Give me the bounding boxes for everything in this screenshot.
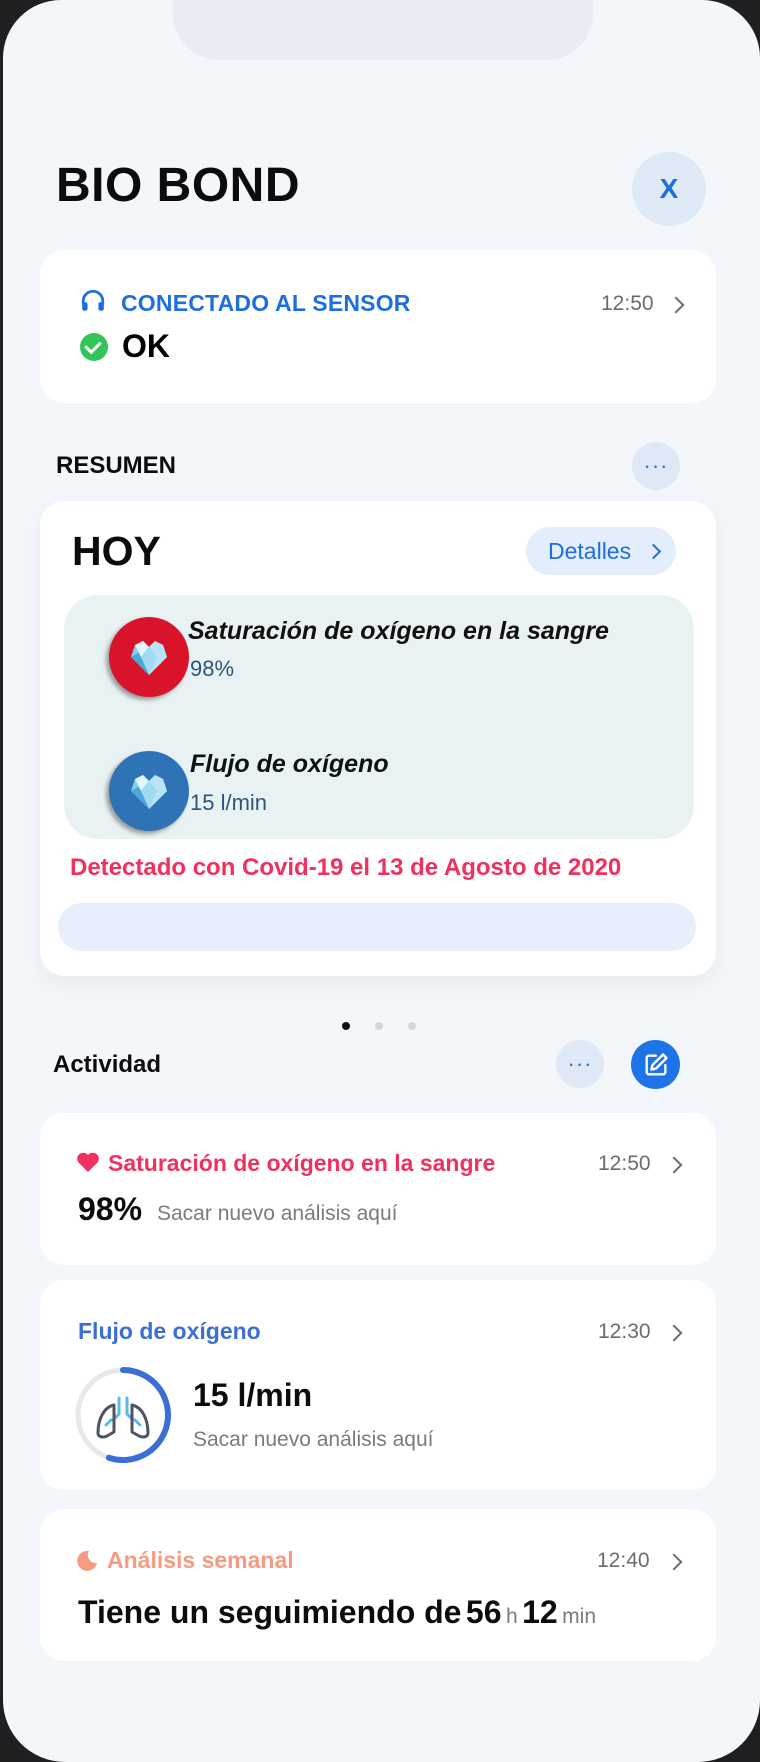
saturation-activity-card[interactable]: Saturación de oxígeno en la sangre 12:50…	[40, 1113, 716, 1265]
weekly-title: Análisis semanal	[107, 1547, 294, 1573]
lungs-icon	[96, 1396, 150, 1439]
moon-icon	[77, 1550, 97, 1571]
saturation-heart-icon	[109, 617, 189, 697]
flow-time: 12:30	[598, 1320, 651, 1343]
weekly-prefix: Tiene un seguimiendo de	[78, 1594, 462, 1630]
flow-heart-icon	[109, 751, 189, 831]
edit-button[interactable]	[631, 1040, 680, 1089]
metric-value: 98%	[190, 656, 235, 681]
edit-icon	[645, 1052, 668, 1075]
app-title: BIO BOND	[56, 159, 300, 212]
metric-value: 15 l/min	[190, 790, 268, 815]
weekly-summary: Tiene un seguimiendo de 56 h 12 min	[78, 1594, 596, 1631]
chevron-right-icon	[665, 1324, 683, 1342]
flow-progress-ring	[75, 1367, 171, 1463]
metric-title: Flujo de oxígeno	[190, 750, 389, 778]
connection-label: CONECTADO AL SENSOR	[121, 290, 411, 316]
activity-section-title: Actividad	[53, 1051, 162, 1078]
device-notch	[173, 0, 593, 60]
close-button[interactable]: X	[632, 152, 706, 226]
weekly-hours-unit: h	[505, 1605, 518, 1628]
pager-dot[interactable]	[375, 1022, 383, 1030]
pager-dot[interactable]	[408, 1022, 416, 1030]
heart-icon	[77, 1152, 99, 1172]
chevron-right-icon	[665, 1553, 683, 1571]
headphones-icon	[81, 289, 105, 311]
summary-section-title: RESUMEN	[56, 452, 177, 479]
phone-screen: BIO BOND X CONECTADO AL SENSOR 12:50 OK …	[3, 0, 760, 1762]
summary-card: HOY Detalles Saturación de oxígeno en la…	[40, 501, 716, 976]
flow-activity-card[interactable]: Flujo de oxígeno 12:30 15 l/min Sacar nu…	[40, 1280, 716, 1490]
flow-value: 15 l/min	[193, 1377, 313, 1413]
summary-input-bar[interactable]	[58, 903, 696, 951]
weekly-minutes-unit: min	[562, 1605, 596, 1628]
saturation-value: 98%	[78, 1191, 143, 1227]
pager-dots	[342, 1022, 416, 1030]
chevron-right-icon	[667, 296, 685, 314]
details-button-label: Detalles	[548, 537, 632, 564]
weekly-minutes: 12	[522, 1594, 558, 1630]
check-circle-icon	[80, 333, 108, 361]
details-button[interactable]: Detalles	[526, 527, 676, 575]
flow-hint[interactable]: Sacar nuevo análisis aquí	[193, 1428, 434, 1452]
pager-dot[interactable]	[342, 1022, 350, 1030]
metrics-panel: Saturación de oxígeno en la sangre 98% F…	[64, 595, 694, 839]
chevron-right-icon	[645, 543, 662, 560]
metric-title: Saturación de oxígeno en la sangre	[188, 617, 609, 645]
activity-more-button[interactable]: ···	[556, 1040, 604, 1088]
connection-status: OK	[122, 328, 170, 364]
flow-title: Flujo de oxígeno	[78, 1318, 261, 1344]
summary-more-button[interactable]: ···	[632, 442, 680, 490]
saturation-time: 12:50	[598, 1152, 651, 1175]
today-label: HOY	[72, 528, 161, 574]
weekly-time: 12:40	[597, 1549, 650, 1572]
weekly-hours: 56	[465, 1594, 502, 1630]
saturation-hint[interactable]: Sacar nuevo análisis aquí	[157, 1202, 398, 1226]
connection-time: 12:50	[601, 292, 654, 315]
covid-alert: Detectado con Covid-19 el 13 de Agosto d…	[70, 854, 622, 881]
saturation-title: Saturación de oxígeno en la sangre	[108, 1150, 496, 1176]
weekly-analysis-card[interactable]: Análisis semanal 12:40 Tiene un seguimie…	[40, 1509, 716, 1661]
chevron-right-icon	[665, 1156, 683, 1174]
connection-card[interactable]: CONECTADO AL SENSOR 12:50 OK	[40, 250, 716, 403]
